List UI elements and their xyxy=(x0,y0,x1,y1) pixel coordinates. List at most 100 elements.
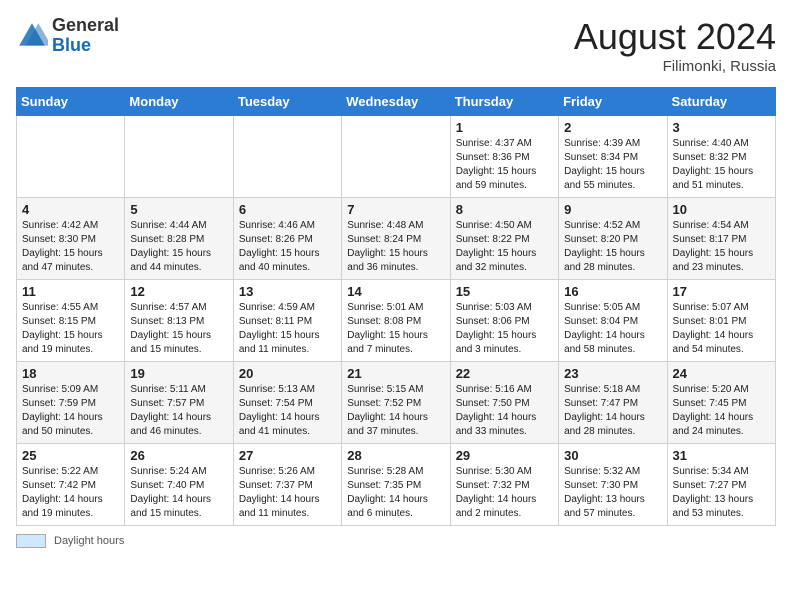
calendar-cell: 14 Sunrise: 5:01 AM Sunset: 8:08 PM Dayli… xyxy=(342,280,450,362)
day-info: Sunrise: 5:11 AM Sunset: 7:57 PM Dayligh… xyxy=(130,383,227,439)
day-number: 23 xyxy=(564,366,661,381)
calendar-cell: 17 Sunrise: 5:07 AM Sunset: 8:01 PM Dayli… xyxy=(667,280,775,362)
day-number: 4 xyxy=(22,202,119,217)
logo-blue-text: Blue xyxy=(52,35,91,55)
calendar-cell: 23 Sunrise: 5:18 AM Sunset: 7:47 PM Dayli… xyxy=(559,362,667,444)
day-info: Sunrise: 4:57 AM Sunset: 8:13 PM Dayligh… xyxy=(130,301,227,357)
logo-icon xyxy=(16,20,48,52)
day-info: Sunrise: 5:28 AM Sunset: 7:35 PM Dayligh… xyxy=(347,465,444,521)
calendar-cell: 31Sunrise: 5:34 AM Sunset: 7:27 PM Dayli… xyxy=(667,444,775,526)
calendar-cell: 19 Sunrise: 5:11 AM Sunset: 7:57 PM Dayli… xyxy=(125,362,233,444)
calendar-header: SundayMondayTuesdayWednesdayThursdayFrid… xyxy=(17,88,776,116)
calendar-cell: 18Sunrise: 5:09 AM Sunset: 7:59 PM Dayli… xyxy=(17,362,125,444)
page-header: General Blue August 2024 Filimonki, Russ… xyxy=(16,16,776,75)
day-info: Sunrise: 5:07 AM Sunset: 8:01 PM Dayligh… xyxy=(673,301,770,357)
calendar-cell: 25 Sunrise: 5:22 AM Sunset: 7:42 PM Dayli… xyxy=(17,444,125,526)
calendar-footer: Daylight hours xyxy=(16,534,776,548)
calendar-cell: 8Sunrise: 4:50 AM Sunset: 8:22 PM Daylig… xyxy=(450,198,558,280)
calendar-cell: 26 Sunrise: 5:24 AM Sunset: 7:40 PM Dayli… xyxy=(125,444,233,526)
calendar-cell: 30Sunrise: 5:32 AM Sunset: 7:30 PM Dayli… xyxy=(559,444,667,526)
calendar-cell: 21Sunrise: 5:15 AM Sunset: 7:52 PM Dayli… xyxy=(342,362,450,444)
daylight-label: Daylight hours xyxy=(54,535,124,547)
day-info: Sunrise: 5:22 AM Sunset: 7:42 PM Dayligh… xyxy=(22,465,119,521)
day-info: Sunrise: 4:48 AM Sunset: 8:24 PM Dayligh… xyxy=(347,219,444,275)
calendar-cell: 3Sunrise: 4:40 AM Sunset: 8:32 PM Daylig… xyxy=(667,116,775,198)
day-info: Sunrise: 4:37 AM Sunset: 8:36 PM Dayligh… xyxy=(456,137,553,193)
day-number: 29 xyxy=(456,448,553,463)
calendar-cell xyxy=(342,116,450,198)
day-number: 30 xyxy=(564,448,661,463)
day-number: 5 xyxy=(130,202,227,217)
day-info: Sunrise: 4:54 AM Sunset: 8:17 PM Dayligh… xyxy=(673,219,770,275)
day-number: 17 xyxy=(673,284,770,299)
calendar-cell: 28 Sunrise: 5:28 AM Sunset: 7:35 PM Dayli… xyxy=(342,444,450,526)
calendar-week-4: 18Sunrise: 5:09 AM Sunset: 7:59 PM Dayli… xyxy=(17,362,776,444)
header-cell-monday: Monday xyxy=(125,88,233,116)
day-number: 20 xyxy=(239,366,336,381)
calendar-cell: 16Sunrise: 5:05 AM Sunset: 8:04 PM Dayli… xyxy=(559,280,667,362)
day-number: 19 xyxy=(130,366,227,381)
calendar-week-1: 1Sunrise: 4:37 AM Sunset: 8:36 PM Daylig… xyxy=(17,116,776,198)
header-cell-thursday: Thursday xyxy=(450,88,558,116)
calendar-cell: 15Sunrise: 5:03 AM Sunset: 8:06 PM Dayli… xyxy=(450,280,558,362)
day-info: Sunrise: 5:05 AM Sunset: 8:04 PM Dayligh… xyxy=(564,301,661,357)
title-block: August 2024 Filimonki, Russia xyxy=(574,16,776,75)
day-number: 14 xyxy=(347,284,444,299)
day-info: Sunrise: 4:52 AM Sunset: 8:20 PM Dayligh… xyxy=(564,219,661,275)
day-info: Sunrise: 4:46 AM Sunset: 8:26 PM Dayligh… xyxy=(239,219,336,275)
day-number: 31 xyxy=(673,448,770,463)
calendar-cell: 6 Sunrise: 4:46 AM Sunset: 8:26 PM Daylig… xyxy=(233,198,341,280)
calendar-cell: 2Sunrise: 4:39 AM Sunset: 8:34 PM Daylig… xyxy=(559,116,667,198)
day-info: Sunrise: 5:01 AM Sunset: 8:08 PM Dayligh… xyxy=(347,301,444,357)
day-info: Sunrise: 5:30 AM Sunset: 7:32 PM Dayligh… xyxy=(456,465,553,521)
logo: General Blue xyxy=(16,16,119,56)
calendar-cell: 5 Sunrise: 4:44 AM Sunset: 8:28 PM Daylig… xyxy=(125,198,233,280)
calendar-cell: 22Sunrise: 5:16 AM Sunset: 7:50 PM Dayli… xyxy=(450,362,558,444)
calendar-cell: 24 Sunrise: 5:20 AM Sunset: 7:45 PM Dayli… xyxy=(667,362,775,444)
calendar-cell: 13 Sunrise: 4:59 AM Sunset: 8:11 PM Dayli… xyxy=(233,280,341,362)
logo-general-text: General xyxy=(52,15,119,35)
calendar-cell xyxy=(17,116,125,198)
calendar-cell: 4Sunrise: 4:42 AM Sunset: 8:30 PM Daylig… xyxy=(17,198,125,280)
header-cell-wednesday: Wednesday xyxy=(342,88,450,116)
day-info: Sunrise: 5:26 AM Sunset: 7:37 PM Dayligh… xyxy=(239,465,336,521)
day-number: 22 xyxy=(456,366,553,381)
day-number: 25 xyxy=(22,448,119,463)
day-number: 24 xyxy=(673,366,770,381)
day-info: Sunrise: 4:59 AM Sunset: 8:11 PM Dayligh… xyxy=(239,301,336,357)
calendar-cell: 29 Sunrise: 5:30 AM Sunset: 7:32 PM Dayli… xyxy=(450,444,558,526)
day-info: Sunrise: 4:44 AM Sunset: 8:28 PM Dayligh… xyxy=(130,219,227,275)
day-number: 15 xyxy=(456,284,553,299)
calendar-week-5: 25 Sunrise: 5:22 AM Sunset: 7:42 PM Dayli… xyxy=(17,444,776,526)
day-number: 26 xyxy=(130,448,227,463)
header-cell-tuesday: Tuesday xyxy=(233,88,341,116)
day-info: Sunrise: 4:50 AM Sunset: 8:22 PM Dayligh… xyxy=(456,219,553,275)
day-number: 3 xyxy=(673,120,770,135)
day-number: 6 xyxy=(239,202,336,217)
calendar-cell: 1Sunrise: 4:37 AM Sunset: 8:36 PM Daylig… xyxy=(450,116,558,198)
day-info: Sunrise: 5:20 AM Sunset: 7:45 PM Dayligh… xyxy=(673,383,770,439)
day-info: Sunrise: 5:09 AM Sunset: 7:59 PM Dayligh… xyxy=(22,383,119,439)
header-cell-saturday: Saturday xyxy=(667,88,775,116)
calendar-cell xyxy=(233,116,341,198)
calendar-table: SundayMondayTuesdayWednesdayThursdayFrid… xyxy=(16,87,776,526)
day-info: Sunrise: 4:55 AM Sunset: 8:15 PM Dayligh… xyxy=(22,301,119,357)
calendar-week-2: 4Sunrise: 4:42 AM Sunset: 8:30 PM Daylig… xyxy=(17,198,776,280)
header-row: SundayMondayTuesdayWednesdayThursdayFrid… xyxy=(17,88,776,116)
month-year-title: August 2024 xyxy=(574,16,776,58)
day-number: 7 xyxy=(347,202,444,217)
day-info: Sunrise: 5:18 AM Sunset: 7:47 PM Dayligh… xyxy=(564,383,661,439)
calendar-cell: 20 Sunrise: 5:13 AM Sunset: 7:54 PM Dayli… xyxy=(233,362,341,444)
day-number: 28 xyxy=(347,448,444,463)
day-info: Sunrise: 5:24 AM Sunset: 7:40 PM Dayligh… xyxy=(130,465,227,521)
day-info: Sunrise: 5:13 AM Sunset: 7:54 PM Dayligh… xyxy=(239,383,336,439)
day-number: 2 xyxy=(564,120,661,135)
header-cell-friday: Friday xyxy=(559,88,667,116)
calendar-cell: 7 Sunrise: 4:48 AM Sunset: 8:24 PM Daylig… xyxy=(342,198,450,280)
calendar-cell: 11Sunrise: 4:55 AM Sunset: 8:15 PM Dayli… xyxy=(17,280,125,362)
day-number: 21 xyxy=(347,366,444,381)
calendar-cell: 10Sunrise: 4:54 AM Sunset: 8:17 PM Dayli… xyxy=(667,198,775,280)
day-number: 13 xyxy=(239,284,336,299)
calendar-cell: 9Sunrise: 4:52 AM Sunset: 8:20 PM Daylig… xyxy=(559,198,667,280)
calendar-week-3: 11Sunrise: 4:55 AM Sunset: 8:15 PM Dayli… xyxy=(17,280,776,362)
